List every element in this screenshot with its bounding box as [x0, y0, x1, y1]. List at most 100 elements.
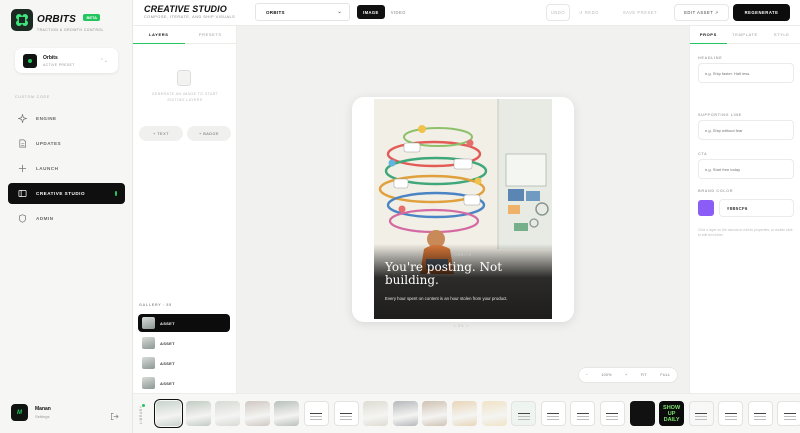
tab-props[interactable]: PROPS: [690, 26, 727, 44]
orbits-logo-icon: [11, 9, 33, 31]
sidebar-item-creative-studio[interactable]: CREATIVE STUDIO: [8, 183, 125, 204]
sparkle-icon: [18, 114, 27, 123]
filmstrip-thumbnail[interactable]: [570, 401, 596, 426]
top-bar: CREATIVE STUDIO COMPOSE, ITERATE, AND SH…: [133, 0, 800, 26]
tab-template[interactable]: TEMPLATE: [727, 26, 764, 43]
logout-icon[interactable]: [110, 408, 119, 426]
layers-panel: LAYERS PRESETS GENERATE AN IMAGE TO STAR…: [133, 26, 237, 393]
tab-layers[interactable]: LAYERS: [133, 26, 185, 44]
headline-input[interactable]: [698, 63, 794, 83]
add-badge-button[interactable]: + BADGE: [187, 126, 231, 141]
brand-color-input[interactable]: #8B5CF6: [719, 199, 794, 217]
filmstrip-thumbnail[interactable]: [333, 401, 359, 426]
sidebar-item-launch[interactable]: LAUNCH: [8, 158, 125, 179]
supporting-label: SUPPORTING LINE: [698, 113, 742, 117]
supporting-input[interactable]: [698, 120, 794, 140]
preset-select[interactable]: ORBITS ⌄: [255, 3, 350, 21]
tab-style[interactable]: STYLE: [763, 26, 800, 43]
filmstrip-thumbnail[interactable]: [303, 401, 329, 426]
filmstrip-thumbnail[interactable]: [451, 401, 477, 426]
undo-button[interactable]: UNDO: [546, 4, 570, 21]
sidebar-item-engine[interactable]: ENGINE: [8, 108, 125, 129]
zoom-level: 100%: [601, 373, 612, 377]
headline-layer[interactable]: You're posting. Not building.: [385, 261, 505, 287]
nav-section-label: CUSTOM CODE: [15, 95, 50, 99]
filmstrip-thumbnail[interactable]: [363, 401, 389, 426]
document-preview-lines: [724, 413, 737, 414]
filmstrip-thumbnail[interactable]: [274, 401, 300, 426]
brand-tagline: TRACTION & GROWTH CONTROL: [37, 28, 104, 32]
cta-label: CTA: [698, 152, 708, 156]
chevron-down-icon: ⌄: [337, 9, 342, 15]
zoom-in-button[interactable]: +: [625, 373, 627, 377]
filmstrip-thumbnail[interactable]: [747, 401, 773, 426]
gallery-item[interactable]: ASSET: [138, 354, 230, 372]
document-preview-lines: [547, 413, 560, 414]
cta-input[interactable]: [698, 159, 794, 179]
document-icon: [18, 139, 27, 148]
zoom-controls: − 100% + FIT FULL: [578, 367, 678, 383]
filmstrip-thumbnail[interactable]: [392, 401, 418, 426]
zoom-out-button[interactable]: −: [586, 373, 588, 377]
preset-select-value: ORBITS: [266, 9, 285, 15]
sidebar-item-updates[interactable]: UPDATES: [8, 133, 125, 154]
settings-link[interactable]: Settings: [35, 414, 51, 419]
user-name: Manan: [35, 406, 51, 412]
filmstrip-thumbnail[interactable]: [185, 401, 211, 426]
fit-button[interactable]: FIT: [641, 373, 647, 377]
asset-thumbnail: [142, 337, 155, 349]
gallery-item[interactable]: ASSET: [138, 334, 230, 352]
tab-image[interactable]: IMAGE: [357, 5, 385, 19]
brand-kicker[interactable]: ORBITS: [374, 253, 552, 257]
user-profile[interactable]: M Manan Settings: [11, 404, 123, 421]
brand-name: ORBITS: [37, 14, 76, 25]
gallery-item[interactable]: ASSET: [138, 314, 230, 332]
thumbnail-text: SHOW UP DAILY: [663, 404, 681, 423]
supporting-layer[interactable]: Every hour spent on content is an hour s…: [385, 296, 508, 301]
document-preview-lines: [606, 413, 619, 414]
preset-switcher[interactable]: Orbits ACTIVE PRESET ⌃⌄: [15, 48, 118, 73]
redo-button[interactable]: ↺ REDO: [574, 4, 604, 21]
preset-logo-icon: [23, 53, 37, 68]
filmstrip-thumbnail[interactable]: [599, 401, 625, 426]
filmstrip-thumbnail[interactable]: [688, 401, 714, 426]
document-preview-lines: [754, 413, 767, 414]
filmstrip-thumbnail[interactable]: SHOW UP DAILY: [659, 401, 685, 426]
document-preview-lines: [576, 413, 589, 414]
page-title: CREATIVE STUDIO: [144, 4, 227, 14]
filmstrip-label: LIBRARY: [139, 405, 143, 424]
filmstrip-thumbnail[interactable]: [718, 401, 744, 426]
sidebar-item-admin[interactable]: ADMIN: [8, 208, 125, 229]
filmstrip-thumbnail[interactable]: [481, 401, 507, 426]
full-button[interactable]: FULL: [660, 373, 670, 377]
generated-image[interactable]: ORBITS You're posting. Not building. Eve…: [374, 99, 552, 319]
creative-card[interactable]: ORBITS You're posting. Not building. Eve…: [352, 97, 574, 322]
sidebar-item-label: UPDATES: [36, 141, 62, 146]
tab-video[interactable]: VIDEO: [385, 5, 412, 19]
brand-color-label: BRAND COLOR: [698, 189, 734, 193]
asset-label: ASSET: [160, 320, 175, 326]
filmstrip-thumbnail[interactable]: [540, 401, 566, 426]
document-preview-lines: [340, 413, 353, 414]
tab-presets[interactable]: PRESETS: [185, 26, 237, 43]
gallery-item[interactable]: ASSET: [138, 374, 230, 392]
brand-color-swatch[interactable]: [698, 200, 714, 216]
filmstrip-thumbnail[interactable]: [511, 401, 537, 426]
save-preset-button[interactable]: SAVE PRESET: [615, 4, 665, 21]
filmstrip-thumbnail[interactable]: [244, 401, 270, 426]
filmstrip-thumbnail[interactable]: [154, 399, 183, 428]
canvas-area[interactable]: ORBITS You're posting. Not building. Eve…: [237, 26, 689, 393]
filmstrip-thumbnail[interactable]: [629, 401, 655, 426]
filmstrip-thumbnail[interactable]: [777, 401, 800, 426]
regenerate-button[interactable]: REGENERATE: [733, 4, 790, 21]
props-panel: PROPS TEMPLATE STYLE HEADLINE SUPPORTING…: [689, 26, 800, 393]
beta-badge: BETA: [83, 14, 101, 21]
media-type-toggle: IMAGE VIDEO: [357, 5, 412, 19]
thumbnail-list: SHOW UP DAILY: [154, 399, 800, 428]
edit-asset-button[interactable]: EDIT ASSET ↗: [674, 4, 729, 21]
filmstrip-thumbnail[interactable]: [422, 401, 448, 426]
chevron-updown-icon: ⌃⌄: [99, 58, 108, 64]
filmstrip-thumbnail[interactable]: [215, 401, 241, 426]
add-text-button[interactable]: + TEXT: [139, 126, 183, 141]
brand[interactable]: ORBITS BETA TRACTION & GROWTH CONTROL: [11, 9, 104, 32]
